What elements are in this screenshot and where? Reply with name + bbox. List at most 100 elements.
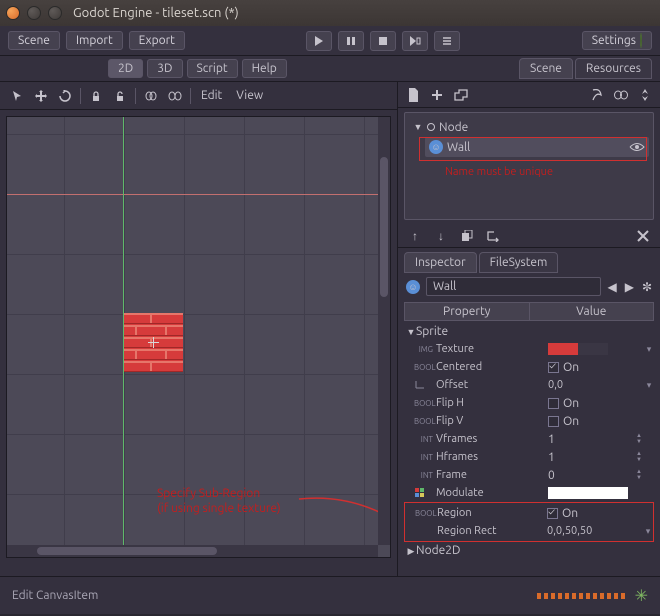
spinner-icon[interactable]: ▲▼ (634, 451, 644, 464)
chevron-down-icon[interactable]: ▾ (644, 344, 654, 355)
play-scene-icon[interactable] (402, 31, 428, 51)
tab-2d[interactable]: 2D (108, 59, 143, 78)
checkbox-icon[interactable] (548, 362, 559, 373)
tab-3d[interactable]: 3D (147, 59, 182, 78)
header-property: Property (404, 302, 529, 321)
prop-hframes[interactable]: INT Hframes 1▲▼ (404, 448, 654, 466)
sprite-node-icon: ☺ (429, 140, 443, 154)
panel-tab-scene[interactable]: Scene (519, 58, 573, 79)
close-icon[interactable] (6, 6, 20, 20)
reparent-icon[interactable] (484, 227, 502, 245)
menu-scene[interactable]: Scene (8, 31, 60, 50)
scene-tree[interactable]: ▼ Node ☺ Wall Name must be unique (404, 112, 654, 220)
move-down-icon[interactable]: ↓ (432, 227, 450, 245)
visibility-icon[interactable] (629, 142, 645, 152)
tab-inspector[interactable]: Inspector (404, 252, 477, 273)
annotation-name-unique: Name must be unique (445, 165, 553, 179)
groups-icon[interactable] (636, 86, 654, 104)
history-forward-icon[interactable]: ▶ (625, 280, 634, 294)
scrollbar-horizontal[interactable] (7, 545, 378, 557)
status-text: Edit CanvasItem (12, 589, 98, 602)
checkbox-icon[interactable] (547, 508, 558, 519)
prop-texture[interactable]: IMG Texture ▾ (404, 340, 654, 358)
minimize-icon[interactable] (27, 6, 41, 20)
scrollbar-vertical[interactable] (378, 117, 390, 545)
prop-flipv[interactable]: BOOL Flip V On (404, 412, 654, 430)
panel-tab-resources[interactable]: Resources (575, 58, 652, 79)
new-node-icon[interactable] (404, 86, 422, 104)
section-node2d-label: Node2D (416, 544, 460, 557)
menu-settings[interactable]: Settings (582, 31, 652, 50)
checkbox-icon[interactable] (548, 416, 559, 427)
stop-icon[interactable] (370, 31, 396, 51)
prop-offset[interactable]: Offset 0,0 ▾ (404, 376, 654, 394)
object-name-input[interactable]: Wall (426, 277, 601, 296)
progress-bar (537, 593, 627, 599)
menu-export[interactable]: Export (129, 31, 185, 50)
annotation-box-region: BOOL Region On Region Rect 0,0,50,50 ▾ (404, 502, 654, 542)
expand-icon[interactable]: ▶ (406, 546, 416, 557)
prop-vframes[interactable]: INT Vframes 1▲▼ (404, 430, 654, 448)
select-tool-icon[interactable] (6, 86, 28, 106)
connect-icon[interactable] (612, 86, 630, 104)
add-icon[interactable] (428, 86, 446, 104)
tab-filesystem[interactable]: FileSystem (479, 252, 559, 273)
spinner-icon[interactable]: ▲▼ (634, 469, 644, 482)
checkbox-icon[interactable] (548, 398, 559, 409)
window-titlebar: Godot Engine - tileset.scn (*) (0, 0, 660, 26)
delete-icon[interactable] (634, 227, 652, 245)
section-sprite-label: Sprite (416, 325, 448, 338)
pivot-crosshair-icon (148, 337, 159, 348)
chevron-down-icon[interactable]: ▾ (643, 526, 653, 537)
duplicate-icon[interactable] (458, 227, 476, 245)
prop-frame[interactable]: INT Frame 0▲▼ (404, 466, 654, 484)
debug-list-icon[interactable] (434, 31, 460, 51)
menubar: Scene Import Export Settings (0, 26, 660, 56)
move-up-icon[interactable]: ↑ (406, 227, 424, 245)
viewport-panel: Edit View (0, 82, 398, 576)
color-swatch[interactable] (548, 487, 628, 499)
right-dock: ▼ Node ☺ Wall Name must be unique ↑ ↓ In… (398, 82, 660, 576)
header-value: Value (529, 302, 655, 321)
viewport-edit-menu[interactable]: Edit (195, 89, 228, 102)
tree-row-wall[interactable]: ☺ Wall (425, 137, 649, 157)
lock-icon[interactable] (85, 86, 107, 106)
history-back-icon[interactable]: ◀ (607, 280, 616, 294)
expand-icon[interactable]: ▼ (406, 327, 416, 337)
play-icon[interactable] (306, 31, 332, 51)
scene-toolbar (398, 82, 660, 108)
canvas-viewport[interactable]: Specify Sub-Region (if using single text… (6, 116, 391, 558)
spinner-icon: ✳ (635, 586, 648, 605)
expand-icon[interactable]: ▼ (413, 122, 423, 132)
node-root-label: Node (439, 121, 468, 134)
prop-region[interactable]: BOOL Region On (405, 504, 653, 522)
script-icon[interactable] (588, 86, 606, 104)
instance-icon[interactable] (452, 86, 470, 104)
pause-icon[interactable] (338, 31, 364, 51)
unlock-icon[interactable] (109, 86, 131, 106)
prop-region-rect[interactable]: Region Rect 0,0,50,50 ▾ (405, 522, 653, 540)
menu-import[interactable]: Import (66, 31, 123, 50)
window-title: Godot Engine - tileset.scn (*) (73, 6, 239, 20)
prop-modulate[interactable]: Modulate (404, 484, 654, 502)
tab-help[interactable]: Help (242, 59, 287, 78)
maximize-icon[interactable] (48, 6, 62, 20)
viewport-toolbar: Edit View (0, 82, 397, 110)
move-tool-icon[interactable] (30, 86, 52, 106)
tree-row-root[interactable]: ▼ Node (409, 117, 649, 137)
sprite-wall[interactable] (124, 313, 183, 372)
tab-script[interactable]: Script (187, 59, 238, 78)
prop-centered[interactable]: BOOL Centered On (404, 358, 654, 376)
group-icon[interactable] (140, 86, 162, 106)
spinner-icon[interactable]: ▲▼ (634, 433, 644, 446)
inspector-menu-icon[interactable]: ✼ (642, 280, 652, 294)
chevron-down-icon[interactable]: ▾ (644, 380, 654, 391)
grid (7, 117, 390, 557)
tree-toolbar: ↑ ↓ (398, 224, 660, 248)
viewport-view-menu[interactable]: View (230, 89, 269, 102)
node-wall-label: Wall (447, 141, 470, 154)
rotate-tool-icon[interactable] (54, 86, 76, 106)
prop-fliph[interactable]: BOOL Flip H On (404, 394, 654, 412)
ungroup-icon[interactable] (164, 86, 186, 106)
texture-preview-icon (548, 343, 608, 355)
